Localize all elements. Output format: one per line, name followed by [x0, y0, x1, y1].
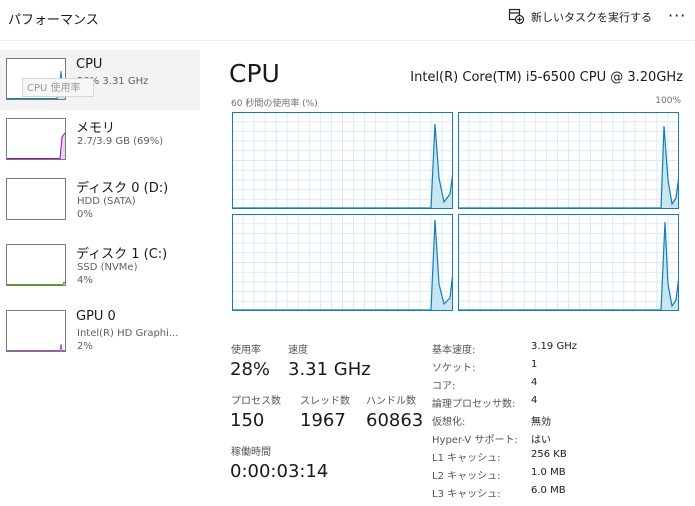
new-task-button[interactable]: 新しいタスクを実行する	[508, 8, 652, 26]
handles-value: 60863	[366, 410, 424, 431]
info-value: 4	[531, 377, 538, 388]
graph-max-label: 100%	[655, 96, 681, 106]
usage-value: 28%	[230, 359, 271, 380]
cpu-core-0-graph	[232, 112, 453, 209]
uptime-label: 稼働時間	[231, 447, 271, 458]
info-value: 3.19 GHz	[531, 341, 577, 352]
cpu-core-3-graph	[458, 214, 679, 311]
sidebar-item-name: メモリ	[76, 121, 116, 136]
sidebar-item-value: 4%	[77, 275, 93, 286]
speed-label: 速度	[288, 345, 308, 356]
sidebar-item-detail: Intel(R) HD Graphi...	[77, 328, 179, 339]
info-label: Hyper-V サポート:	[432, 435, 518, 446]
sidebar-item-name: GPU 0	[76, 309, 116, 324]
processes-label: プロセス数	[231, 396, 281, 407]
memory-thumbnail-graph	[6, 118, 66, 160]
processes-value: 150	[230, 410, 265, 431]
info-label: L3 キャッシュ:	[432, 489, 501, 500]
info-label: L2 キャッシュ:	[432, 471, 501, 482]
new-task-label: 新しいタスクを実行する	[531, 11, 652, 24]
info-value: 1	[531, 359, 538, 370]
more-options-icon[interactable]: ···	[668, 6, 686, 25]
sidebar-item-disk-1[interactable]: ディスク 1 (C:) SSD (NVMe) 4%	[0, 236, 200, 296]
sidebar-item-detail: HDD (SATA)	[77, 196, 136, 207]
main-title: CPU	[229, 59, 280, 88]
sidebar-item-disk-0[interactable]: ディスク 0 (D:) HDD (SATA) 0%	[0, 170, 200, 230]
threads-label: スレッド数	[300, 396, 350, 407]
sidebar-item-value: 2%	[77, 341, 93, 352]
disk0-thumbnail-graph	[6, 178, 66, 220]
info-label: 論理プロセッサ数:	[432, 399, 516, 410]
sidebar-item-name: ディスク 0 (D:)	[76, 181, 169, 196]
disk1-thumbnail-graph	[6, 244, 66, 286]
info-label: 基本速度:	[432, 345, 476, 356]
info-label: L1 キャッシュ:	[432, 453, 501, 464]
info-label: コア:	[432, 381, 456, 392]
tooltip: CPU 使用率	[22, 78, 94, 97]
gpu-thumbnail-graph	[6, 310, 66, 352]
info-value: 4	[531, 395, 538, 406]
sidebar-item-name: CPU	[76, 57, 103, 72]
threads-value: 1967	[300, 410, 346, 431]
cpu-core-2-graph	[232, 214, 453, 311]
sidebar-item-memory[interactable]: メモリ 2.7/3.9 GB (69%)	[0, 110, 200, 170]
info-value: はい	[531, 435, 551, 446]
sidebar-item-detail: SSD (NVMe)	[77, 262, 138, 273]
sidebar-item-value: 0%	[77, 209, 93, 220]
info-value: 256 KB	[531, 449, 567, 460]
top-bar: パフォーマンス 新しいタスクを実行する ···	[0, 0, 695, 41]
info-label: 仮想化:	[432, 417, 466, 428]
page-title: パフォーマンス	[8, 13, 99, 28]
uptime-value: 0:00:03:14	[230, 461, 329, 482]
info-label: ソケット:	[432, 363, 476, 374]
info-value: 無効	[531, 417, 551, 428]
handles-label: ハンドル数	[366, 396, 416, 407]
info-value: 1.0 MB	[531, 467, 566, 478]
graph-caption: 60 秒間の使用率 (%)	[231, 99, 318, 109]
usage-label: 使用率	[231, 345, 261, 356]
speed-value: 3.31 GHz	[288, 359, 371, 380]
new-task-icon	[508, 8, 525, 27]
cpu-core-1-graph	[458, 112, 679, 209]
info-value: 6.0 MB	[531, 485, 566, 496]
cpu-model-name: Intel(R) Core(TM) i5-6500 CPU @ 3.20GHz	[410, 70, 683, 85]
sidebar-item-gpu-0[interactable]: GPU 0 Intel(R) HD Graphi... 2%	[0, 302, 200, 362]
sidebar-item-name: ディスク 1 (C:)	[76, 247, 168, 262]
sidebar-item-detail: 2.7/3.9 GB (69%)	[77, 136, 164, 147]
